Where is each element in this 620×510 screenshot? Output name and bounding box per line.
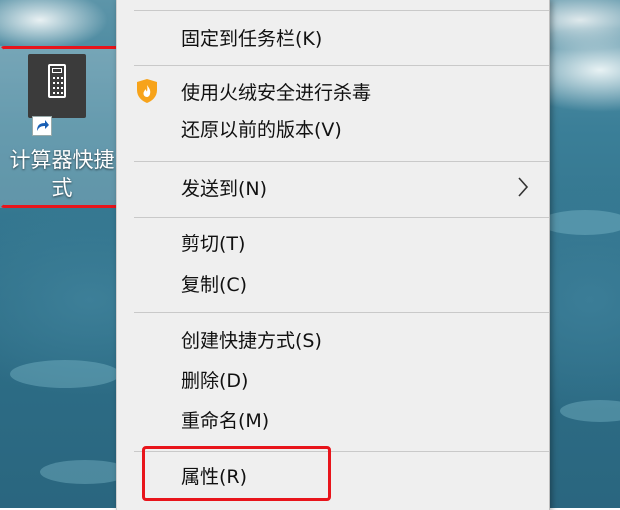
icon-highlight-box: [0, 46, 124, 208]
water-ripple: [560, 400, 620, 422]
menu-item-label: 固定到任务栏(K): [181, 28, 323, 50]
menu-item-label: 剪切(T): [181, 233, 246, 255]
menu-item-delete[interactable]: 删除(D): [119, 362, 547, 400]
menu-item-restore-previous-versions[interactable]: 还原以前的版本(V): [119, 111, 547, 149]
menu-item-huorong-scan[interactable]: 使用火绒安全进行杀毒: [119, 74, 547, 112]
context-menu: 固定到任务栏(K) 使用火绒安全进行杀毒 还原以前的版本(V) 发送到(N) 剪…: [116, 0, 550, 510]
menu-separator: [134, 65, 549, 66]
menu-item-label: 重命名(M): [181, 410, 270, 432]
huorong-shield-icon: [135, 78, 159, 104]
water-ripple: [10, 360, 120, 388]
chevron-right-icon: [516, 175, 530, 199]
menu-item-label: 复制(C): [181, 274, 248, 296]
menu-item-label: 发送到(N): [181, 178, 268, 200]
menu-separator: [134, 10, 549, 11]
menu-item-rename[interactable]: 重命名(M): [119, 402, 547, 440]
menu-item-send-to[interactable]: 发送到(N): [119, 170, 547, 208]
menu-item-label: 删除(D): [181, 370, 249, 392]
properties-highlight-box: [142, 446, 331, 501]
menu-separator: [134, 161, 549, 162]
water-ripple: [540, 210, 620, 235]
menu-item-cut[interactable]: 剪切(T): [119, 225, 547, 263]
menu-item-pin-to-taskbar[interactable]: 固定到任务栏(K): [119, 20, 547, 58]
menu-item-copy[interactable]: 复制(C): [119, 266, 547, 304]
menu-item-label: 使用火绒安全进行杀毒: [181, 82, 372, 104]
menu-item-label: 创建快捷方式(S): [181, 330, 322, 352]
menu-separator: [134, 312, 549, 313]
menu-separator: [134, 217, 549, 218]
menu-item-label: 还原以前的版本(V): [181, 119, 342, 141]
menu-item-create-shortcut[interactable]: 创建快捷方式(S): [119, 322, 547, 360]
